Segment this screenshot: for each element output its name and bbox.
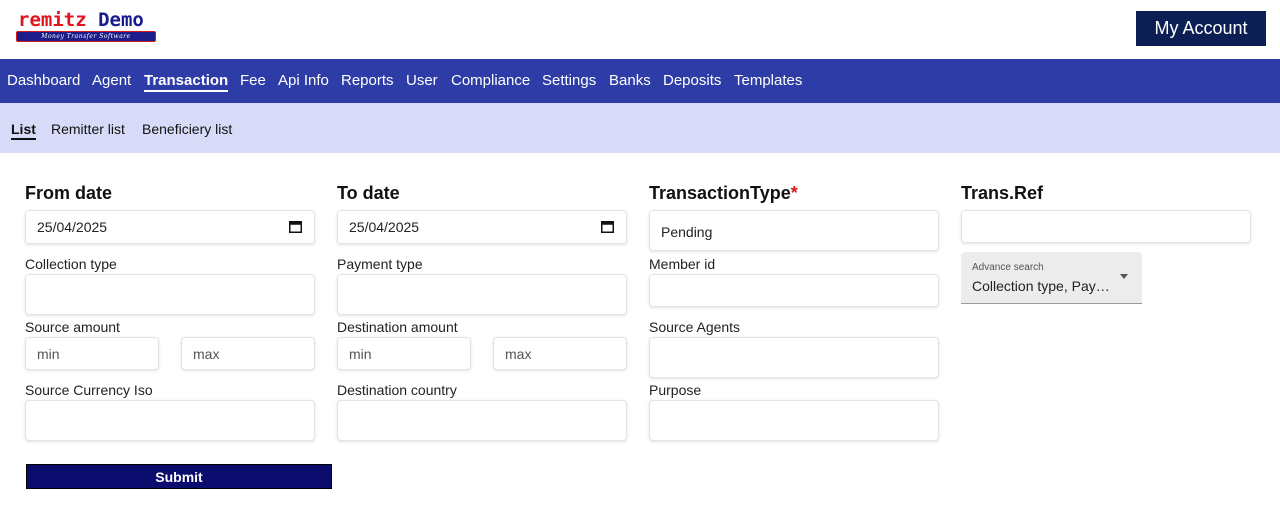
destination-amount-label: Destination amount bbox=[337, 319, 458, 335]
to-date-input[interactable]: 25/04/2025 bbox=[337, 210, 627, 244]
member-id-input[interactable] bbox=[649, 274, 939, 307]
destination-country-input[interactable] bbox=[337, 400, 627, 441]
nav-item-api-info[interactable]: Api Info bbox=[278, 72, 329, 89]
brand-name-part1: remitz bbox=[18, 9, 87, 31]
transaction-type-value: Pending bbox=[661, 223, 713, 240]
source-currency-iso-label: Source Currency Iso bbox=[25, 382, 153, 398]
source-amount-max-input[interactable]: max bbox=[181, 337, 315, 370]
to-date-label: To date bbox=[337, 183, 400, 203]
nav-item-banks[interactable]: Banks bbox=[609, 72, 651, 89]
source-agents-input[interactable] bbox=[649, 337, 939, 378]
my-account-button[interactable]: My Account bbox=[1136, 11, 1266, 46]
transaction-type-input[interactable]: Pending bbox=[649, 210, 939, 251]
advance-search-value: Collection type, Payment type bbox=[972, 278, 1112, 294]
payment-type-label: Payment type bbox=[337, 256, 423, 272]
to-date-value: 25/04/2025 bbox=[349, 219, 420, 235]
dropdown-arrow-icon bbox=[1120, 274, 1128, 279]
nav-item-fee[interactable]: Fee bbox=[240, 72, 266, 89]
member-id-label: Member id bbox=[649, 256, 716, 272]
collection-type-input[interactable] bbox=[25, 274, 315, 315]
calendar-icon[interactable] bbox=[601, 220, 614, 233]
nav-item-agent[interactable]: Agent bbox=[92, 72, 131, 89]
source-amount-min-placeholder: min bbox=[37, 345, 60, 362]
from-date-input[interactable]: 25/04/2025 bbox=[25, 210, 315, 244]
source-amount-max-placeholder: max bbox=[193, 345, 220, 362]
destination-amount-min-input[interactable]: min bbox=[337, 337, 471, 370]
transaction-type-label: TransactionType* bbox=[649, 183, 798, 204]
subnav-item-beneficiery-list[interactable]: Beneficiery list bbox=[142, 121, 232, 137]
transaction-filter-form: From date 25/04/2025 Collection type Sou… bbox=[0, 153, 1280, 508]
nav-item-compliance[interactable]: Compliance bbox=[451, 72, 530, 89]
destination-amount-max-input[interactable]: max bbox=[493, 337, 627, 370]
destination-country-label: Destination country bbox=[337, 382, 457, 398]
source-amount-min-input[interactable]: min bbox=[25, 337, 159, 370]
calendar-icon[interactable] bbox=[289, 220, 302, 233]
from-date-value: 25/04/2025 bbox=[37, 219, 108, 235]
main-nav: Dashboard Agent Transaction Fee Api Info… bbox=[0, 59, 1280, 103]
nav-item-templates[interactable]: Templates bbox=[734, 72, 802, 89]
from-date-label: From date bbox=[25, 183, 113, 203]
nav-item-transaction[interactable]: Transaction bbox=[144, 72, 229, 92]
advance-search-select[interactable]: Advance search Collection type, Payment … bbox=[961, 252, 1142, 304]
sub-nav: List Remitter list Beneficiery list bbox=[0, 103, 1280, 153]
nav-item-dashboard[interactable]: Dashboard bbox=[7, 72, 80, 89]
brand-tagline: Money Transfer Software bbox=[16, 31, 156, 42]
payment-type-input[interactable] bbox=[337, 274, 627, 315]
source-currency-iso-input[interactable] bbox=[25, 400, 315, 441]
source-amount-label: Source amount bbox=[25, 319, 120, 335]
transaction-type-label-text: TransactionType bbox=[649, 183, 791, 203]
collection-type-label: Collection type bbox=[25, 256, 117, 272]
nav-item-reports[interactable]: Reports bbox=[341, 72, 394, 89]
nav-item-settings[interactable]: Settings bbox=[542, 72, 596, 89]
subnav-item-remitter-list[interactable]: Remitter list bbox=[51, 121, 125, 137]
source-agents-label: Source Agents bbox=[649, 319, 741, 335]
subnav-item-list[interactable]: List bbox=[11, 121, 36, 140]
destination-amount-max-placeholder: max bbox=[505, 345, 532, 362]
trans-ref-label: Trans.Ref bbox=[961, 183, 1044, 203]
required-mark: * bbox=[790, 183, 798, 203]
trans-ref-input[interactable] bbox=[961, 210, 1251, 243]
brand-logo[interactable]: remitz Demo Money Transfer Software bbox=[16, 9, 156, 43]
brand-name-part2: Demo bbox=[98, 9, 144, 31]
brand-name: remitz Demo bbox=[18, 9, 144, 31]
top-header: remitz Demo Money Transfer Software My A… bbox=[0, 0, 1280, 59]
destination-amount-min-placeholder: min bbox=[349, 345, 372, 362]
nav-item-deposits[interactable]: Deposits bbox=[663, 72, 721, 89]
submit-button[interactable]: Submit bbox=[26, 464, 332, 489]
purpose-label: Purpose bbox=[649, 382, 702, 398]
nav-item-user[interactable]: User bbox=[406, 72, 438, 89]
purpose-input[interactable] bbox=[649, 400, 939, 441]
advance-search-label: Advance search bbox=[972, 262, 1044, 273]
